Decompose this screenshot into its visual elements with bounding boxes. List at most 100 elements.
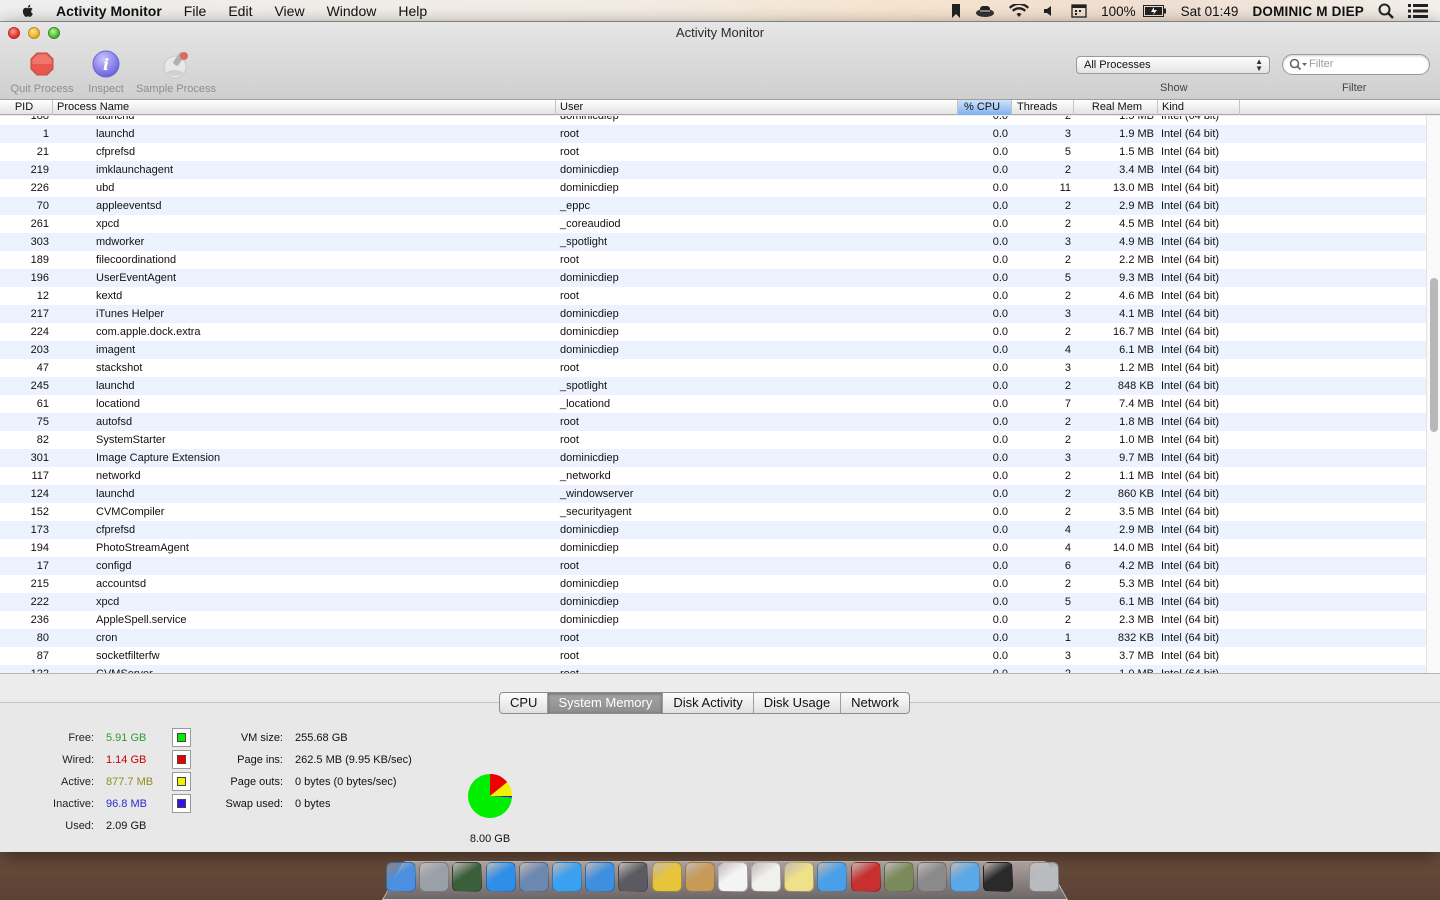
inactive-color-swatch[interactable] (172, 794, 191, 813)
apple-menu-icon[interactable] (20, 3, 36, 19)
table-row[interactable]: 215 accountsd dominicdiep 0.0 2 5.3 MB Intel (… (0, 575, 1426, 593)
tab-system-memory[interactable]: System Memory (548, 693, 664, 713)
cell-cpu: 0.0 (992, 218, 1008, 230)
system-preferences-icon[interactable] (917, 862, 947, 892)
table-row[interactable]: 70 appleeventsd _eppc 0.0 2 2.9 MB Intel (64 b… (0, 197, 1426, 215)
table-row[interactable]: 21 cfprefsd root 0.0 5 1.5 MB Intel (64 bit) (0, 143, 1426, 161)
table-row[interactable]: 196 UserEventAgent dominicdiep 0.0 5 9.3 MB In… (0, 269, 1426, 287)
messages-icon[interactable] (950, 862, 981, 892)
table-row[interactable]: 82 SystemStarter root 0.0 2 1.0 MB Intel (64 b… (0, 431, 1426, 449)
notification-center-icon[interactable] (1401, 0, 1440, 22)
table-row[interactable]: 173 cfprefsd dominicdiep 0.0 4 2.9 MB Intel (6… (0, 521, 1426, 539)
calendar-status-icon[interactable] (1064, 0, 1094, 22)
table-row[interactable]: 122 CVMServer root 0.0 21.0 MB Intel (64 bit) (0, 665, 1426, 673)
photo-booth-icon[interactable] (850, 862, 881, 892)
table-row[interactable]: 47 stackshot root 0.0 3 1.2 MB Intel (64 bit) (0, 359, 1426, 377)
active-color-swatch[interactable] (172, 772, 191, 791)
process-filter-select[interactable]: All Processes ▲ ▼ (1076, 56, 1270, 74)
contacts-icon[interactable] (684, 862, 715, 892)
table-row[interactable]: 1 launchd root 0.0 3 1.9 MB Intel (64 bit) (0, 125, 1426, 143)
sample-process-button[interactable]: Sample Process (134, 50, 218, 95)
preview-icon[interactable] (518, 862, 549, 892)
table-row[interactable]: 261 xpcd _coreaudiod 0.0 2 4.5 MB Intel (64 bi… (0, 215, 1426, 233)
cell-mem: 3.4 MB (1119, 164, 1154, 176)
wifi-icon[interactable] (1002, 0, 1036, 22)
table-row[interactable]: 117 networkd _networkd 0.0 2 1.1 MB Intel (64 … (0, 467, 1426, 485)
facetime-icon[interactable] (618, 862, 649, 892)
table-row[interactable]: 222 xpcd dominicdiep 0.0 5 6.1 MB Intel (64 bi… (0, 593, 1426, 611)
column-header-threads[interactable]: Threads (1012, 100, 1074, 115)
free-color-swatch[interactable] (172, 728, 191, 747)
cell-kind: Intel (64 bit) (1161, 218, 1220, 230)
vertical-scrollbar[interactable] (1426, 116, 1440, 673)
reminders-icon[interactable] (751, 862, 782, 892)
spotlight-search-icon[interactable] (1371, 0, 1401, 22)
menu-edit[interactable]: Edit (217, 0, 263, 22)
inspect-button[interactable]: i Inspect (85, 50, 127, 95)
column-header-pid[interactable]: PID (0, 100, 53, 115)
table-row[interactable]: 87 socketfilterfw root 0.0 3 3.7 MB Intel (64 … (0, 647, 1426, 665)
filter-search-field[interactable]: Filter (1282, 54, 1430, 75)
menu-view[interactable]: View (263, 0, 315, 22)
volume-icon[interactable] (1036, 0, 1064, 22)
quit-process-button[interactable]: Quit Process (8, 50, 76, 95)
table-row[interactable]: 226 ubd dominicdiep 0.0 11 13.0 MB Intel (64 b… (0, 179, 1426, 197)
column-header-user[interactable]: User (556, 100, 958, 115)
table-row[interactable]: 301 Image Capture Extension dominicdiep 0.0… (0, 449, 1426, 467)
scrollbar-thumb[interactable] (1430, 278, 1438, 432)
table-row[interactable]: 17 configd root 0.0 6 4.2 MB Intel (64 bit) (0, 557, 1426, 575)
battery-icon[interactable] (1142, 0, 1174, 22)
table-row[interactable]: 12 kextd root 0.0 2 4.6 MB Intel (64 bit) (0, 287, 1426, 305)
tab-disk-usage[interactable]: Disk Usage (754, 693, 842, 713)
wired-color-swatch[interactable] (172, 750, 191, 769)
app-store-icon[interactable] (485, 862, 516, 892)
table-row[interactable]: 236 AppleSpell.service dominicdiep 0.0 2 2.3 … (0, 611, 1426, 629)
column-header-process-name[interactable]: Process Name (53, 100, 556, 115)
menu-help[interactable]: Help (387, 0, 438, 22)
tab-cpu[interactable]: CPU (500, 693, 549, 713)
table-row[interactable]: 152 CVMCompiler _securityagent 0.0 2 3.5 MB In… (0, 503, 1426, 521)
cell-user: root (560, 650, 579, 662)
table-row[interactable]: 219 imklaunchagent dominicdiep 0.0 2 3.4 MB In… (0, 161, 1426, 179)
mission-control-icon[interactable] (452, 862, 483, 892)
table-row[interactable]: 188 launchd dominicdiep 0.0 2 1.5 MB Intel (64… (0, 116, 1426, 125)
itunes-icon[interactable] (817, 862, 848, 892)
iphoto-icon[interactable] (883, 862, 914, 892)
bookmark-status-icon[interactable] (944, 0, 968, 22)
activity-monitor-icon[interactable] (983, 862, 1014, 892)
menu-file[interactable]: File (173, 0, 218, 22)
table-row[interactable]: 203 imagent dominicdiep 0.0 4 6.1 MB Intel (64… (0, 341, 1426, 359)
tab-network[interactable]: Network (841, 693, 909, 713)
table-row[interactable]: 124 launchd _windowserver 0.0 2 860 KB Intel (… (0, 485, 1426, 503)
safari-icon[interactable] (551, 862, 582, 892)
finder-icon[interactable] (386, 862, 416, 892)
column-header-kind[interactable]: Kind (1158, 100, 1240, 115)
select-arrows-icon: ▲ ▼ (1255, 57, 1263, 73)
calendar-icon[interactable] (717, 862, 748, 892)
m-app-icon[interactable] (585, 862, 616, 892)
user-menu[interactable]: DOMINIC M DIEP (1245, 0, 1371, 22)
trash-icon[interactable] (1028, 862, 1059, 892)
tab-disk-activity[interactable]: Disk Activity (663, 693, 754, 713)
menu-window[interactable]: Window (316, 0, 388, 22)
table-row[interactable]: 61 locationd _locationd 0.0 7 7.4 MB Intel (64… (0, 395, 1426, 413)
cell-user: dominicdiep (560, 308, 619, 320)
process-table[interactable]: 188 launchd dominicdiep 0.0 2 1.5 MB Intel (64… (0, 116, 1440, 673)
launchpad-icon[interactable] (419, 862, 450, 892)
table-row[interactable]: 80 cron root 0.0 1 832 KB Intel (64 bit) (0, 629, 1426, 647)
table-row[interactable]: 194 PhotoStreamAgent dominicdiep 0.0 4 14.0 M… (0, 539, 1426, 557)
table-row[interactable]: 224 com.apple.dock.extra dominicdiep 0.0 2 16… (0, 323, 1426, 341)
table-row[interactable]: 303 mdworker _spotlight 0.0 3 4.9 MB Intel (64… (0, 233, 1426, 251)
clock[interactable]: Sat 01:49 (1174, 0, 1246, 22)
table-row[interactable]: 189 filecoordinationd root 0.0 2 2.2 MB Intel … (0, 251, 1426, 269)
menu-app-name[interactable]: Activity Monitor (48, 0, 173, 22)
table-row[interactable]: 217 iTunes Helper dominicdiep 0.0 3 4.1 MB Int… (0, 305, 1426, 323)
column-header-real-mem[interactable]: Real Mem (1074, 100, 1158, 115)
table-row[interactable]: 245 launchd _spotlight 0.0 2 848 KB Intel (64 … (0, 377, 1426, 395)
battery-percent[interactable]: 100% (1094, 0, 1143, 22)
column-header-cpu[interactable]: % CPU ▼ (958, 100, 1012, 126)
table-row[interactable]: 75 autofsd root 0.0 2 1.8 MB Intel (64 bit) (0, 413, 1426, 431)
chrome-icon[interactable] (651, 862, 682, 892)
notes-icon[interactable] (784, 862, 815, 892)
hat-status-icon[interactable] (968, 0, 1002, 22)
